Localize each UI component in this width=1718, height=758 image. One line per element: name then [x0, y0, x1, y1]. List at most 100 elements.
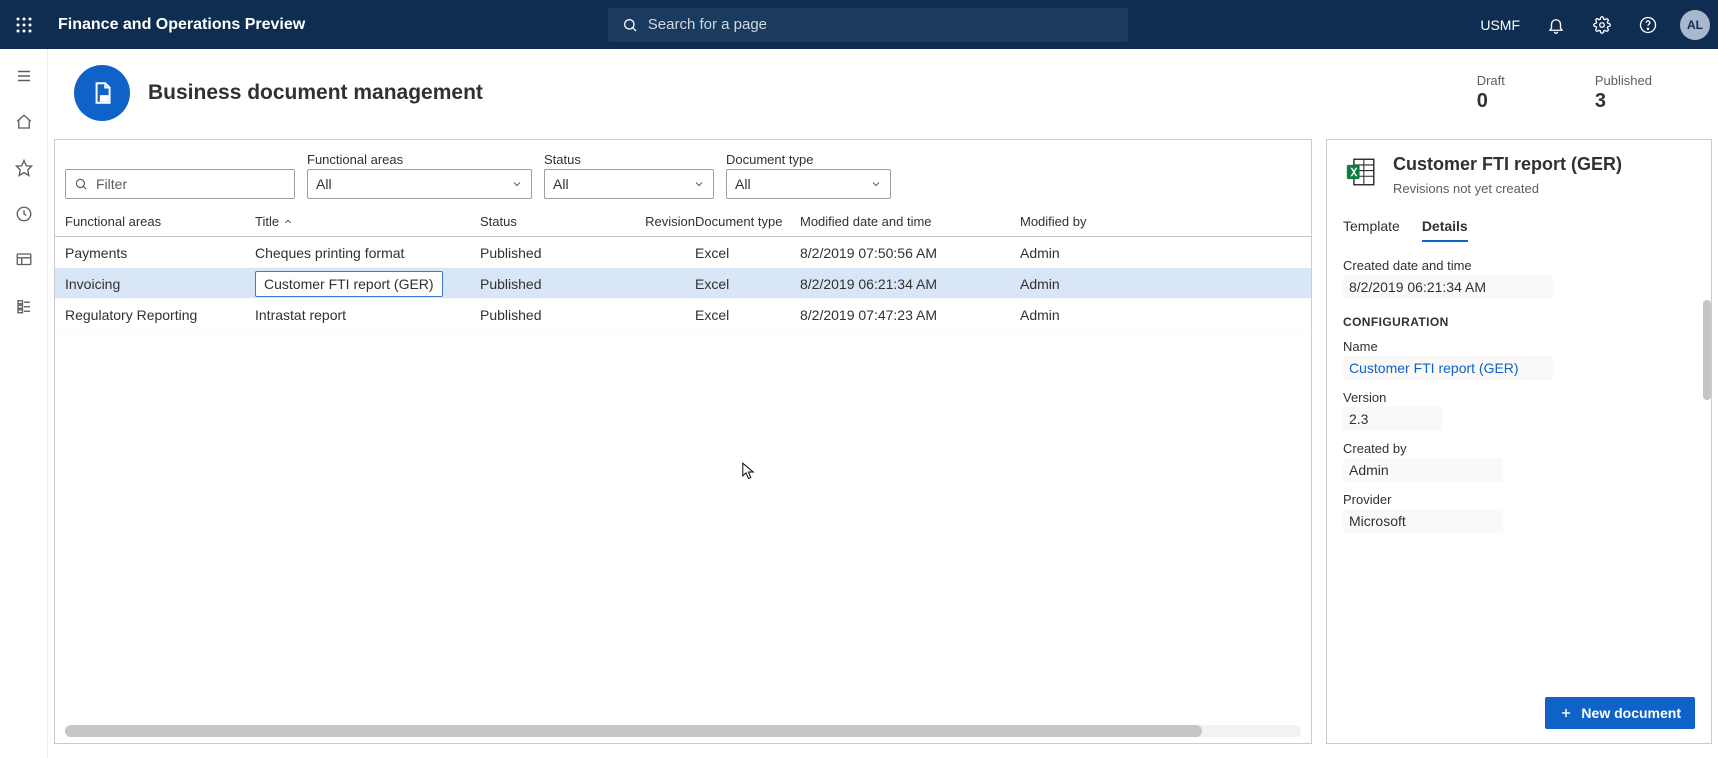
chevron-down-icon	[693, 178, 705, 190]
cell-modified-by: Admin	[1020, 245, 1170, 261]
chevron-down-icon	[870, 178, 882, 190]
filter-input[interactable]	[96, 176, 286, 192]
field-value: Microsoft	[1343, 509, 1503, 533]
field-label: Created date and time	[1343, 258, 1691, 273]
workspace: Functional areas All Status All	[48, 139, 1718, 758]
search-input[interactable]	[648, 16, 1114, 33]
table-row[interactable]: Regulatory ReportingIntrastat reportPubl…	[55, 299, 1311, 330]
vertical-scrollbar[interactable]	[1703, 300, 1711, 400]
field-value: 2.3	[1343, 407, 1443, 431]
col-modified-by[interactable]: Modified by	[1020, 214, 1170, 229]
doc-type-dropdown[interactable]: All	[726, 169, 891, 199]
details-title: Customer FTI report (GER)	[1393, 154, 1622, 175]
text-filter[interactable]	[65, 169, 295, 199]
cell-title[interactable]: Intrastat report	[255, 299, 480, 330]
shell: Business document management Draft 0 Pub…	[0, 49, 1718, 758]
search-box[interactable]	[608, 8, 1128, 42]
filter-icon	[74, 177, 88, 191]
sort-asc-icon	[283, 217, 293, 227]
functional-areas-dropdown[interactable]: All	[307, 169, 532, 199]
table-row[interactable]: PaymentsCheques printing formatPublished…	[55, 237, 1311, 268]
clock-icon	[15, 205, 33, 223]
notifications-button[interactable]	[1536, 0, 1576, 49]
col-title[interactable]: Title	[255, 214, 480, 229]
page-title: Business document management	[148, 81, 483, 105]
filter-row: Functional areas All Status All	[55, 152, 1311, 207]
cell-title[interactable]: Cheques printing format	[255, 237, 480, 268]
stat-label: Draft	[1477, 73, 1505, 88]
field-value: Admin	[1343, 458, 1503, 482]
app-launcher-button[interactable]	[8, 16, 40, 34]
waffle-icon	[15, 16, 33, 34]
cell-status: Published	[480, 276, 615, 292]
cell-functional-area: Payments	[65, 245, 255, 261]
cell-functional-area: Regulatory Reporting	[65, 307, 255, 323]
nav-hamburger[interactable]	[0, 57, 48, 95]
field-label: Name	[1343, 339, 1691, 354]
col-revision[interactable]: Revision	[615, 214, 695, 229]
functional-areas-filter: Functional areas All	[307, 152, 532, 199]
top-bar: Finance and Operations Preview USMF AL	[0, 0, 1718, 49]
col-title-text: Title	[255, 214, 279, 229]
details-body: Created date and time 8/2/2019 06:21:34 …	[1343, 258, 1695, 689]
stat-published[interactable]: Published 3	[1595, 73, 1652, 113]
star-icon	[15, 159, 33, 177]
tab-template[interactable]: Template	[1343, 218, 1400, 242]
new-document-button[interactable]: New document	[1545, 697, 1695, 729]
tab-details[interactable]: Details	[1422, 218, 1468, 242]
scrollbar-thumb[interactable]	[65, 725, 1202, 737]
workspace-icon	[15, 251, 33, 269]
nav-favorites[interactable]	[0, 149, 48, 187]
settings-button[interactable]	[1582, 0, 1622, 49]
left-nav-rail	[0, 49, 48, 758]
field-created-dt: Created date and time 8/2/2019 06:21:34 …	[1343, 258, 1691, 299]
stat-draft[interactable]: Draft 0	[1477, 73, 1505, 113]
doc-type-filter: Document type All	[726, 152, 891, 199]
company-picker[interactable]: USMF	[1470, 11, 1530, 39]
cell-modified-by: Admin	[1020, 276, 1170, 292]
cell-status: Published	[480, 307, 615, 323]
cell-modified-dt: 8/2/2019 07:50:56 AM	[800, 245, 1020, 261]
hamburger-icon	[15, 67, 33, 85]
nav-modules[interactable]	[0, 287, 48, 325]
nav-recent[interactable]	[0, 195, 48, 233]
user-avatar[interactable]: AL	[1680, 10, 1710, 40]
dropdown-value: All	[316, 176, 332, 192]
cell-functional-area: Invoicing	[65, 276, 255, 292]
status-dropdown[interactable]: All	[544, 169, 714, 199]
field-value: 8/2/2019 06:21:34 AM	[1343, 275, 1553, 299]
help-icon	[1639, 16, 1657, 34]
filter-label: Status	[544, 152, 714, 167]
documents-table: Functional areas Title Status Revision D…	[55, 207, 1311, 719]
cell-doc-type: Excel	[695, 307, 800, 323]
documents-grid-card: Functional areas All Status All	[54, 139, 1312, 744]
col-modified-dt[interactable]: Modified date and time	[800, 214, 1020, 229]
col-functional-areas[interactable]: Functional areas	[65, 214, 255, 229]
horizontal-scrollbar[interactable]	[65, 725, 1301, 737]
field-version: Version 2.3	[1343, 390, 1691, 431]
app-title: Finance and Operations Preview	[58, 16, 305, 34]
field-label: Version	[1343, 390, 1691, 405]
bell-icon	[1547, 16, 1565, 34]
col-status[interactable]: Status	[480, 214, 615, 229]
table-row[interactable]: InvoicingCustomer FTI report (GER)Publis…	[55, 268, 1311, 299]
stat-value: 0	[1477, 90, 1505, 113]
nav-home[interactable]	[0, 103, 48, 141]
field-name: Name Customer FTI report (GER)	[1343, 339, 1691, 380]
configuration-link[interactable]: Customer FTI report (GER)	[1343, 356, 1553, 380]
col-doc-type[interactable]: Document type	[695, 214, 800, 229]
nav-workspaces[interactable]	[0, 241, 48, 279]
page-stats: Draft 0 Published 3	[1477, 73, 1652, 113]
details-header: Customer FTI report (GER) Revisions not …	[1343, 154, 1695, 196]
field-label: Provider	[1343, 492, 1691, 507]
details-footer: New document	[1343, 689, 1695, 729]
plus-icon	[1559, 706, 1573, 720]
field-provider: Provider Microsoft	[1343, 492, 1691, 533]
cell-title[interactable]: Customer FTI report (GER)	[255, 268, 480, 299]
cell-modified-dt: 8/2/2019 06:21:34 AM	[800, 276, 1020, 292]
document-icon	[89, 80, 115, 106]
field-created-by: Created by Admin	[1343, 441, 1691, 482]
cell-doc-type: Excel	[695, 245, 800, 261]
gear-icon	[1593, 16, 1611, 34]
help-button[interactable]	[1628, 0, 1668, 49]
